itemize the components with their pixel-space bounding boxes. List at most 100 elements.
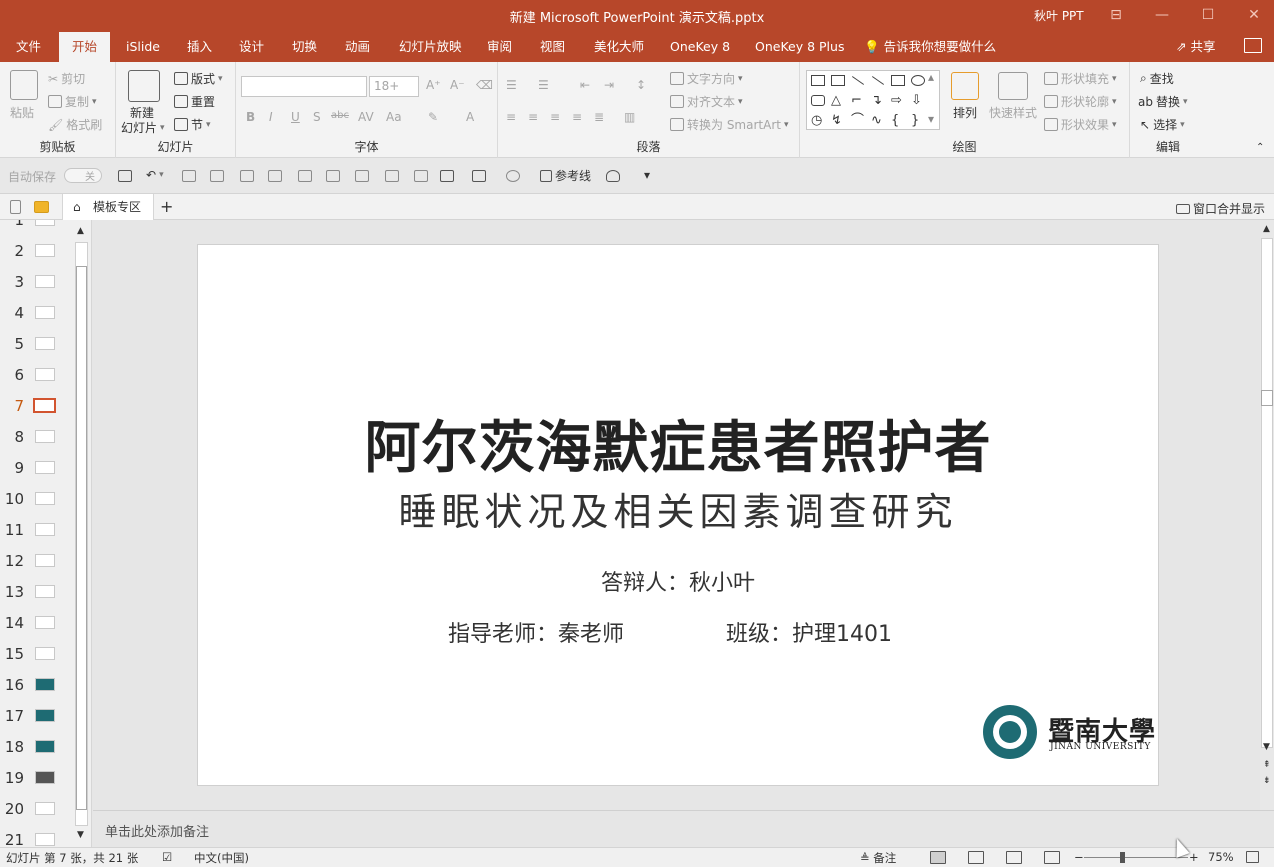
distribute-v-icon[interactable] <box>414 170 428 182</box>
autosave-toggle[interactable]: 关 <box>64 168 102 183</box>
slide-thumbnail-item[interactable]: 1 <box>0 220 72 237</box>
spellcheck-icon[interactable]: ☑ <box>162 850 172 864</box>
grow-font-button[interactable]: A⁺ <box>426 78 441 92</box>
slide-thumbnail-item[interactable]: 14 <box>0 609 72 640</box>
paste-button[interactable]: 粘贴 <box>10 104 34 121</box>
tab-file[interactable]: 文件 <box>14 32 43 62</box>
fit-to-window-icon[interactable] <box>1246 851 1259 863</box>
scroll-down-icon[interactable]: ▼ <box>77 830 84 840</box>
textbox-shape-icon[interactable] <box>811 75 825 86</box>
align-top-icon[interactable] <box>210 170 224 182</box>
layout-button[interactable]: 版式 ▾ <box>174 70 223 87</box>
bold-button[interactable]: B <box>246 110 255 124</box>
slide-thumbnail-item[interactable]: 12 <box>0 547 72 578</box>
slideshow-icon[interactable] <box>182 170 196 182</box>
slide-thumbnail[interactable] <box>35 771 55 784</box>
slide-thumbnail-item[interactable]: 17 <box>0 702 72 733</box>
undo-icon[interactable]: ↶ ▾ <box>146 168 164 182</box>
smartart-button[interactable]: 转换为 SmartArt ▾ <box>670 116 789 133</box>
curve-shape-icon[interactable]: ∿ <box>871 114 885 127</box>
left-brace-shape-icon[interactable]: { <box>891 114 905 127</box>
close-button[interactable]: ✕ <box>1242 4 1266 26</box>
slide-thumbnail[interactable] <box>35 833 55 846</box>
shapes-gallery[interactable]: △ ⌐ ↴ ⇨ ⇩ ◷ ↯ ⌒ ∿ { } <box>806 70 940 130</box>
slide-thumbnail[interactable] <box>35 616 55 629</box>
format-painter-button[interactable]: 🖌 格式刷 <box>48 116 102 133</box>
scroll-track[interactable] <box>1261 238 1273 748</box>
align-middle-icon[interactable] <box>240 170 254 182</box>
slide-presenter[interactable]: 答辩人：秋小叶 <box>198 565 1158 597</box>
zoom-level[interactable]: 75% <box>1208 850 1234 864</box>
slide-thumbnail[interactable] <box>35 275 55 288</box>
thumbnail-scrollbar[interactable]: ▲ ▼ <box>74 226 89 842</box>
user-name[interactable]: 秋叶 PPT <box>1034 7 1084 24</box>
zoom-in-button[interactable]: + <box>1189 850 1199 864</box>
slide-thumbnail[interactable] <box>35 244 55 257</box>
shadow-button[interactable]: S <box>313 110 321 124</box>
tab-design[interactable]: 设计 <box>237 32 266 62</box>
tab-view[interactable]: 视图 <box>538 32 567 62</box>
minimize-button[interactable]: — <box>1150 4 1174 26</box>
bullets-button[interactable]: ☰ <box>506 78 517 92</box>
university-seal-icon[interactable] <box>983 705 1037 759</box>
italic-button[interactable]: I <box>269 110 273 124</box>
arrow-line-shape-icon[interactable] <box>871 76 885 85</box>
slide-thumbnail-item[interactable]: 2 <box>0 237 72 268</box>
align-center-obj-icon[interactable] <box>326 170 340 182</box>
rectangle-shape-icon[interactable] <box>891 75 905 86</box>
tell-me-input[interactable]: 💡 告诉我你想要做什么 <box>864 32 996 62</box>
oval-shape-icon[interactable] <box>911 75 925 86</box>
slide-thumbnail-item[interactable]: 15 <box>0 640 72 671</box>
find-button[interactable]: ⌕ 查找 <box>1140 70 1174 87</box>
down-arrow-shape-icon[interactable]: ⇩ <box>911 94 925 107</box>
slide-title[interactable]: 阿尔茨海默症患者照护者 <box>198 403 1158 484</box>
rotate-icon[interactable] <box>440 170 454 182</box>
highlight-button[interactable]: ✎ <box>428 110 438 124</box>
zoom-slider-thumb[interactable] <box>1120 852 1125 863</box>
tab-meihua[interactable]: 美化大师 <box>592 32 646 62</box>
slide-thumbnail[interactable] <box>35 337 55 350</box>
folder-icon[interactable] <box>34 201 49 213</box>
elbow-arrow-shape-icon[interactable]: ↴ <box>871 94 885 107</box>
tab-template-zone[interactable]: ⌂ 模板专区 <box>62 194 154 220</box>
decrease-indent-button[interactable]: ⇤ <box>580 78 590 92</box>
touch-mode-icon[interactable] <box>606 170 620 182</box>
strikethrough-button[interactable]: abc <box>331 110 349 121</box>
shape-effects-button[interactable]: 形状效果 ▾ <box>1044 116 1117 133</box>
scroll-thumb[interactable] <box>1261 390 1273 406</box>
tab-islide[interactable]: iSlide <box>124 32 162 62</box>
cut-button[interactable]: ✂ 剪切 <box>48 70 85 87</box>
slide-thumbnail-item[interactable]: 18 <box>0 733 72 764</box>
slide-thumbnail-item[interactable]: 9 <box>0 454 72 485</box>
scroll-down-icon[interactable]: ▼ <box>1263 742 1270 752</box>
quick-styles-button[interactable]: 快速样式 <box>989 104 1037 121</box>
slide-thumbnail-item[interactable]: 4 <box>0 299 72 330</box>
current-slide[interactable]: 阿尔茨海默症患者照护者 睡眠状况及相关因素调查研究 答辩人：秋小叶 指导老师：秦… <box>197 244 1159 786</box>
merge-shapes-icon[interactable] <box>506 170 520 182</box>
align-right-button[interactable]: ≡ <box>550 110 560 124</box>
slide-thumbnail[interactable] <box>35 306 55 319</box>
slide-sorter-icon[interactable] <box>968 851 984 864</box>
align-text-button[interactable]: 对齐文本 ▾ <box>670 93 743 110</box>
slideshow-view-icon[interactable] <box>1044 851 1060 864</box>
notes-placeholder[interactable]: 单击此处添加备注 <box>105 821 209 840</box>
slide-class[interactable]: 班级：护理1401 <box>726 616 892 648</box>
zoom-out-button[interactable]: − <box>1074 850 1084 864</box>
slide-thumbnail-item[interactable]: 16 <box>0 671 72 702</box>
slide-thumbnail[interactable] <box>35 461 55 474</box>
tab-insert[interactable]: 插入 <box>185 32 214 62</box>
right-brace-shape-icon[interactable]: } <box>911 114 925 127</box>
font-color-button[interactable]: A <box>466 110 474 124</box>
slide-thumbnail[interactable] <box>35 585 55 598</box>
underline-button[interactable]: U <box>291 110 300 124</box>
freeform-shape-icon[interactable]: ◷ <box>811 114 825 127</box>
share-button[interactable]: ⇗ 共享 <box>1176 32 1215 62</box>
zoom-slider[interactable] <box>1084 857 1188 858</box>
slide-thumbnail[interactable] <box>35 368 55 381</box>
tab-onekey8plus[interactable]: OneKey 8 Plus <box>753 32 846 62</box>
char-spacing-button[interactable]: AV <box>358 110 374 124</box>
slide-thumbnail-item[interactable]: 3 <box>0 268 72 299</box>
select-button[interactable]: ↖ 选择 ▾ <box>1140 116 1185 133</box>
shape-outline-button[interactable]: 形状轮廓 ▾ <box>1044 93 1117 110</box>
customize-qat-button[interactable]: ▾ <box>644 168 650 182</box>
